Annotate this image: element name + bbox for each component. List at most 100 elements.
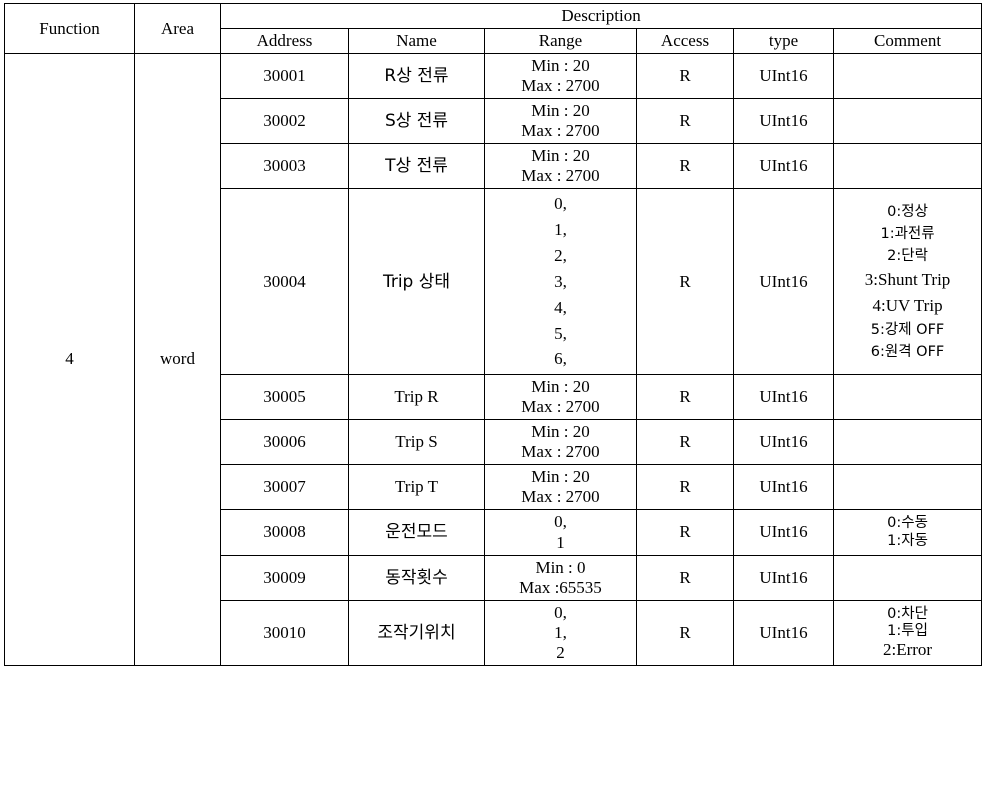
cell-comment <box>832 419 983 466</box>
cell-type: UInt16 <box>733 98 834 145</box>
header-row-top: Function Area Description <box>4 2 983 55</box>
cell-name: T상 전류 <box>348 143 485 190</box>
cell-comment: 0:차단 1:투입 2:Error <box>832 599 983 666</box>
cell-area-value: word <box>134 53 221 666</box>
header-area: Area <box>134 2 221 55</box>
range-line: Max : 2700 <box>521 166 600 186</box>
document-page: Function Area Description Address Name R… <box>0 0 985 807</box>
cell-address: 30002 <box>220 98 349 145</box>
cell-comment <box>832 53 983 100</box>
cell-name: Trip 상태 <box>348 188 485 376</box>
range-line: Min : 20 <box>531 467 590 487</box>
cell-access: R <box>636 374 734 421</box>
cell-range: Min : 20 Max : 2700 <box>484 53 637 100</box>
cell-type: UInt16 <box>733 53 834 100</box>
range-line: Max : 2700 <box>521 397 600 417</box>
range-line: Min : 0 <box>535 557 586 577</box>
range-line: Min : 20 <box>531 56 590 76</box>
range-line: 0, <box>554 512 567 532</box>
cell-comment <box>832 554 983 601</box>
cell-access: R <box>636 98 734 145</box>
range-line: 2 <box>556 642 565 662</box>
cell-access: R <box>636 53 734 100</box>
cell-access: R <box>636 188 734 376</box>
cell-access: R <box>636 419 734 466</box>
cell-address: 30008 <box>220 509 349 556</box>
cell-type: UInt16 <box>733 509 834 556</box>
comment-line: 6:원격 OFF <box>870 343 945 360</box>
range-line: 3, <box>554 271 567 291</box>
cell-access: R <box>636 464 734 511</box>
cell-comment: 0:수동 1:자동 <box>832 509 983 556</box>
range-line: Max :65535 <box>519 577 602 597</box>
range-line: 5, <box>554 323 567 343</box>
cell-type: UInt16 <box>733 188 834 376</box>
range-line: 4, <box>554 297 567 317</box>
cell-comment <box>832 98 983 145</box>
cell-address: 30004 <box>220 188 349 376</box>
cell-name: S상 전류 <box>348 98 485 145</box>
range-line: 1 <box>556 532 565 552</box>
cell-address: 30010 <box>220 599 349 666</box>
cell-type: UInt16 <box>733 374 834 421</box>
range-line: Max : 2700 <box>521 487 600 507</box>
cell-name: Trip T <box>348 464 485 511</box>
range-line: 0, <box>554 194 567 214</box>
range-line: 2, <box>554 246 567 266</box>
cell-address: 30009 <box>220 554 349 601</box>
comment-line: 0:정상 <box>887 203 928 220</box>
header-name: Name <box>348 28 485 55</box>
header-function: Function <box>4 2 135 55</box>
comment-line: 4:UV Trip <box>872 295 943 315</box>
cell-range: Min : 0 Max :65535 <box>484 554 637 601</box>
cell-range: Min : 20 Max : 2700 <box>484 143 637 190</box>
cell-access: R <box>636 599 734 666</box>
cell-name: 운전모드 <box>348 509 485 556</box>
cell-address: 30001 <box>220 53 349 100</box>
cell-range: 0, 1, 2, 3, 4, 5, 6, <box>484 188 637 376</box>
header-type: type <box>733 28 834 55</box>
cell-comment <box>832 374 983 421</box>
table-row: 4 word 30001 R상 전류 Min : 20 Max : 2700 R UInt16 <box>4 53 983 666</box>
range-line: 1, <box>554 220 567 240</box>
table-header: Function Area Description Address Name R… <box>4 2 983 55</box>
cell-range: Min : 20 Max : 2700 <box>484 374 637 421</box>
cell-name: Trip S <box>348 419 485 466</box>
cell-address: 30005 <box>220 374 349 421</box>
cell-comment <box>832 143 983 190</box>
cell-range: Min : 20 Max : 2700 <box>484 98 637 145</box>
cell-range: 0, 1 <box>484 509 637 556</box>
cell-type: UInt16 <box>733 554 834 601</box>
cell-function-value: 4 <box>4 53 135 666</box>
cell-type: UInt16 <box>733 143 834 190</box>
table-body: 4 word 30001 R상 전류 Min : 20 Max : 2700 R UInt16… <box>4 53 983 666</box>
cell-name: 동작횟수 <box>348 554 485 601</box>
comment-line: 5:강제 OFF <box>870 321 945 338</box>
comment-line: 0:수동 <box>887 515 928 532</box>
cell-type: UInt16 <box>733 419 834 466</box>
cell-type: UInt16 <box>733 464 834 511</box>
cell-address: 30003 <box>220 143 349 190</box>
cell-range: 0, 1, 2 <box>484 599 637 666</box>
header-access: Access <box>636 28 734 55</box>
modbus-register-table: Function Area Description Address Name R… <box>4 2 983 666</box>
range-line: 1, <box>554 622 567 642</box>
range-line: Max : 2700 <box>521 121 600 141</box>
cell-address: 30007 <box>220 464 349 511</box>
range-line: Max : 2700 <box>521 76 600 96</box>
comment-line: 3:Shunt Trip <box>864 269 951 289</box>
range-line: Min : 20 <box>531 377 590 397</box>
cell-address: 30006 <box>220 419 349 466</box>
cell-access: R <box>636 554 734 601</box>
comment-line: 2:Error <box>882 639 933 659</box>
header-comment: Comment <box>832 28 983 55</box>
range-line: Min : 20 <box>531 101 590 121</box>
cell-comment: 0:정상 1:과전류 2:단락 3:Shunt Trip 4:UV Trip 5:강제 O… <box>832 188 983 376</box>
cell-comment <box>832 464 983 511</box>
cell-access: R <box>636 143 734 190</box>
header-address: Address <box>220 28 349 55</box>
header-range: Range <box>484 28 637 55</box>
cell-name: R상 전류 <box>348 53 485 100</box>
range-line: 0, <box>554 602 567 622</box>
header-description: Description <box>219 2 983 30</box>
